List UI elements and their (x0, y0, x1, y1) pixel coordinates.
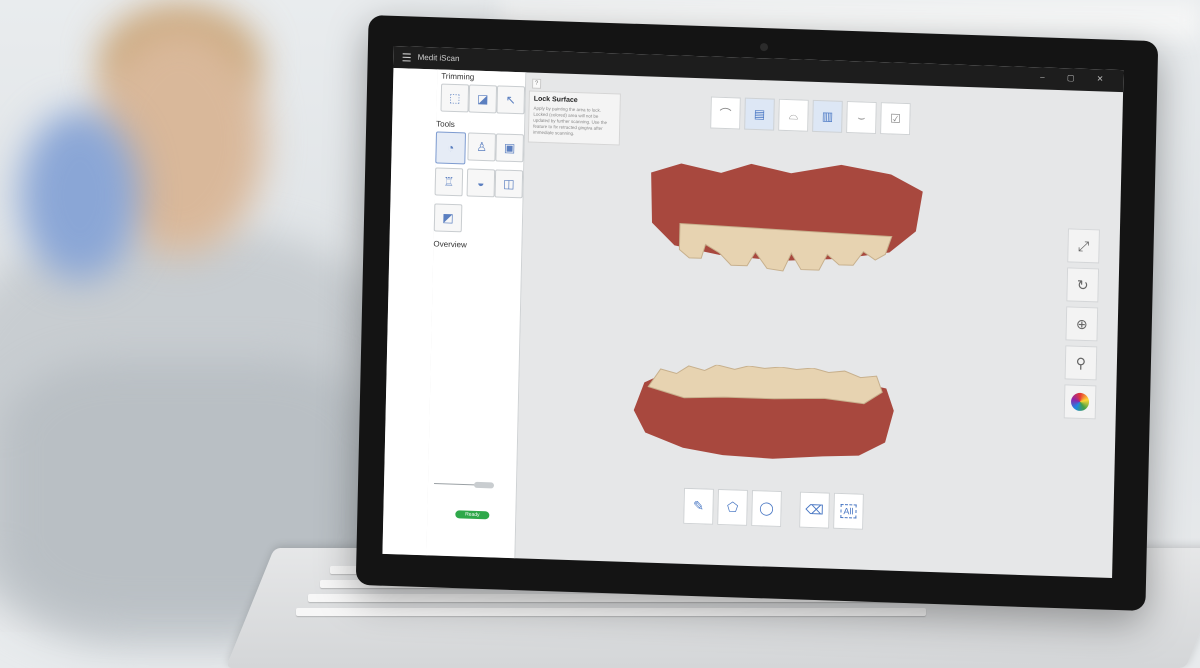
upper-jaw-model[interactable] (639, 152, 932, 292)
bite-tool-button[interactable]: ◩ (433, 203, 463, 233)
lock-surface-icon: ◔ (446, 140, 455, 156)
trim-select-button[interactable]: ⬚ (440, 83, 470, 113)
cursor-icon: ↖ (505, 92, 516, 108)
scanner-icon (434, 481, 494, 489)
color-tool-button[interactable]: ◒ (466, 168, 496, 198)
polyline-button[interactable]: ⬠ (717, 488, 748, 526)
tooth-icon: ♙ (476, 139, 488, 155)
brush-icon: ✎ (692, 498, 705, 514)
bite-icon: ◩ (442, 210, 454, 226)
all-label: All (840, 504, 857, 519)
rotate-icon: ↻ (1076, 276, 1089, 293)
app-title: Medit iScan (417, 52, 460, 64)
maxilla-icon: ⌒ (719, 106, 732, 121)
view-toolbar: ⤢ ↻ ⊕ ⚲ (1063, 228, 1100, 420)
polyline-icon: ⬠ (726, 499, 739, 515)
minimize-button[interactable]: – (1040, 72, 1055, 81)
select-box-icon: ⬚ (448, 90, 461, 106)
occlusion-icon: ⌓ (788, 107, 799, 122)
maximize-button[interactable]: ▢ (1067, 73, 1085, 83)
lower-jaw-model[interactable] (622, 362, 914, 482)
tooltip-title: Lock Surface (533, 95, 578, 105)
stage-maxilla-selected-button[interactable]: ▤ (744, 97, 775, 131)
stage-maxilla-button[interactable]: ⌒ (710, 96, 741, 130)
stage-complete-button[interactable]: ☑ (880, 102, 911, 136)
rotate-button[interactable]: ↻ (1066, 267, 1100, 303)
trim-area-button[interactable]: ◪ (468, 84, 498, 114)
window-controls: – ▢ ✕ (1040, 72, 1113, 83)
gloved-hand (20, 110, 140, 280)
stage-mandible-selected-button[interactable]: ▥ (812, 99, 843, 133)
stage-occlusion-button[interactable]: ⌓ (778, 98, 809, 132)
circle-icon: ◯ (759, 500, 775, 516)
close-button[interactable]: ✕ (1097, 74, 1114, 84)
unlock-brush-button[interactable]: ⌫ (799, 491, 830, 529)
zoom-button[interactable]: ⚲ (1064, 345, 1098, 381)
tooth-frame-button[interactable]: ▣ (495, 133, 524, 163)
tooth-outline-button[interactable]: ♖ (434, 167, 464, 197)
hamburger-menu-icon[interactable]: ☰ (402, 51, 412, 64)
mandible-scan-icon: ▥ (821, 109, 834, 124)
lock-surface-tool[interactable]: ◔ (435, 131, 467, 165)
trim-cursor-button[interactable]: ↖ (496, 85, 526, 115)
key-row (296, 608, 926, 616)
webcam (759, 42, 769, 52)
zoom-in-button[interactable]: ⊕ (1065, 306, 1099, 342)
checklist-icon: ☑ (889, 111, 901, 126)
overview-label: Overview (433, 239, 467, 250)
app-screen: ☰ Medit iScan – ▢ ✕ Trimming ⬚ ◪ ↖ Tools… (382, 45, 1124, 579)
color-map-icon (1070, 392, 1090, 412)
brush-button[interactable]: ✎ (683, 487, 714, 525)
fit-screen-button[interactable]: ⤢ (1067, 228, 1100, 264)
color-drop-icon: ◒ (477, 175, 485, 191)
fit-screen-icon: ⤢ (1077, 237, 1090, 254)
color-map-button[interactable] (1063, 384, 1097, 420)
left-panel: Trimming ⬚ ◪ ↖ Tools ◔ ♙ ▣ ♖ ◒ ◫ ◩ Overv… (426, 69, 527, 559)
trimming-label: Trimming (441, 71, 475, 82)
jaw-scan-icon: ▤ (753, 106, 766, 122)
circle-button[interactable]: ◯ (751, 490, 782, 528)
tooth-frame-icon: ▣ (503, 140, 516, 156)
lock-tools-toolbar: ✎ ⬠ ◯ ⌫ All (683, 487, 864, 530)
tooth-tool-button[interactable]: ♙ (467, 132, 496, 162)
status-badge: Ready (455, 510, 490, 520)
eraser-brush-icon: ⌫ (805, 501, 824, 518)
section-icon: ◫ (503, 176, 515, 192)
tooltip-close-button[interactable]: ? (532, 78, 542, 89)
zoom-icon: ⚲ (1075, 354, 1087, 371)
tooth-outline-icon: ♖ (443, 174, 455, 190)
section-tool-button[interactable]: ◫ (494, 169, 524, 199)
scan-stage-toolbar: ⌒ ▤ ⌓ ▥ ⌣ ☑ (710, 96, 911, 136)
lock-surface-tooltip: Lock Surface Apply by painting the area … (527, 90, 621, 146)
surface-trim-icon: ◪ (476, 91, 489, 107)
zoom-in-icon: ⊕ (1075, 315, 1088, 332)
tools-label: Tools (436, 119, 455, 130)
select-all-button[interactable]: All (833, 492, 864, 530)
mandible-icon: ⌣ (857, 109, 866, 125)
stage-mandible-button[interactable]: ⌣ (846, 101, 877, 134)
tooltip-body: Apply by painting the area to lock. Lock… (532, 105, 608, 136)
